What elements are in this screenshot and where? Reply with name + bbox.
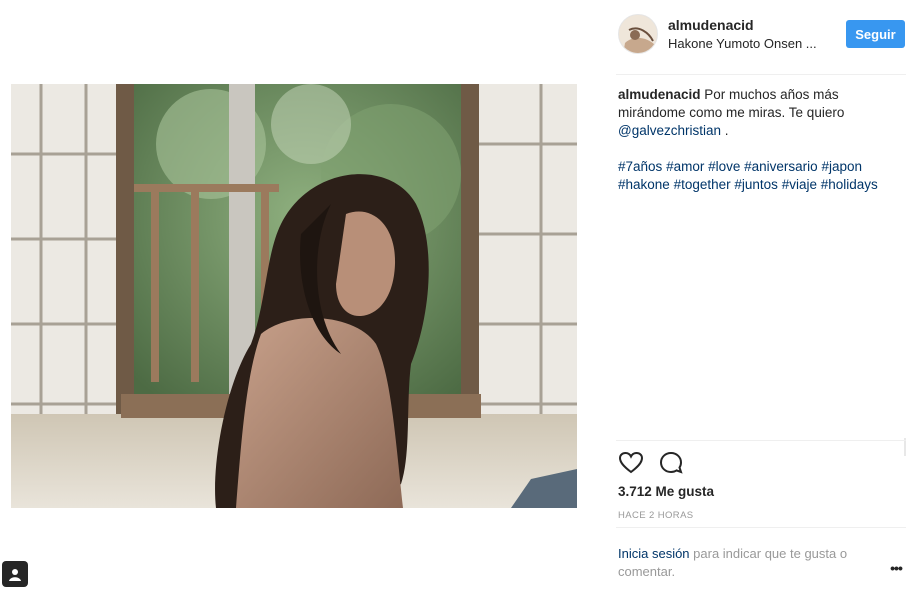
post-header: almudenacid Hakone Yumoto Onsen ... Segu… — [598, 0, 910, 74]
hashtag[interactable]: #love — [708, 159, 740, 174]
post-location[interactable]: Hakone Yumoto Onsen ... — [668, 36, 833, 51]
hashtag-list: #7años #amor #love #aniversario #japon #… — [618, 158, 888, 194]
post-timestamp[interactable]: HACE 2 HORAS — [618, 510, 694, 521]
header-divider — [616, 74, 906, 75]
hashtag[interactable]: #japon — [821, 159, 862, 174]
hashtag[interactable]: #viaje — [782, 177, 817, 192]
caption-username[interactable]: almudenacid — [618, 87, 701, 102]
hashtag[interactable]: #7años — [618, 159, 662, 174]
hashtag[interactable]: #juntos — [734, 177, 778, 192]
post-sidebar: almudenacid Hakone Yumoto Onsen ... Segu… — [598, 0, 910, 589]
profile-icon[interactable] — [2, 561, 28, 587]
login-link[interactable]: Inicia sesión — [618, 546, 690, 561]
footer-divider — [616, 527, 906, 528]
post-caption: almudenacid Por muchos años más mirándom… — [618, 86, 888, 194]
heart-icon[interactable] — [618, 450, 644, 476]
follow-button[interactable]: Seguir — [846, 20, 905, 48]
comment-icon[interactable] — [658, 450, 684, 476]
like-count[interactable]: 3.712 Me gusta — [618, 484, 714, 499]
post-username[interactable]: almudenacid — [668, 17, 754, 33]
hashtag[interactable]: #amor — [666, 159, 704, 174]
hashtag[interactable]: #hakone — [618, 177, 670, 192]
caption-mention[interactable]: @galvezchristian — [618, 123, 721, 138]
post-photo-illustration — [11, 84, 577, 508]
hashtag[interactable]: #holidays — [821, 177, 878, 192]
more-options-icon[interactable]: ••• — [888, 560, 904, 576]
login-prompt: Inicia sesión para indicar que te gusta … — [618, 545, 873, 581]
hashtag[interactable]: #aniversario — [744, 159, 818, 174]
post-photo[interactable] — [11, 84, 577, 508]
hashtag[interactable]: #together — [674, 177, 731, 192]
actions-divider — [616, 440, 906, 441]
caption-end: . — [721, 123, 729, 138]
avatar[interactable] — [618, 14, 658, 54]
